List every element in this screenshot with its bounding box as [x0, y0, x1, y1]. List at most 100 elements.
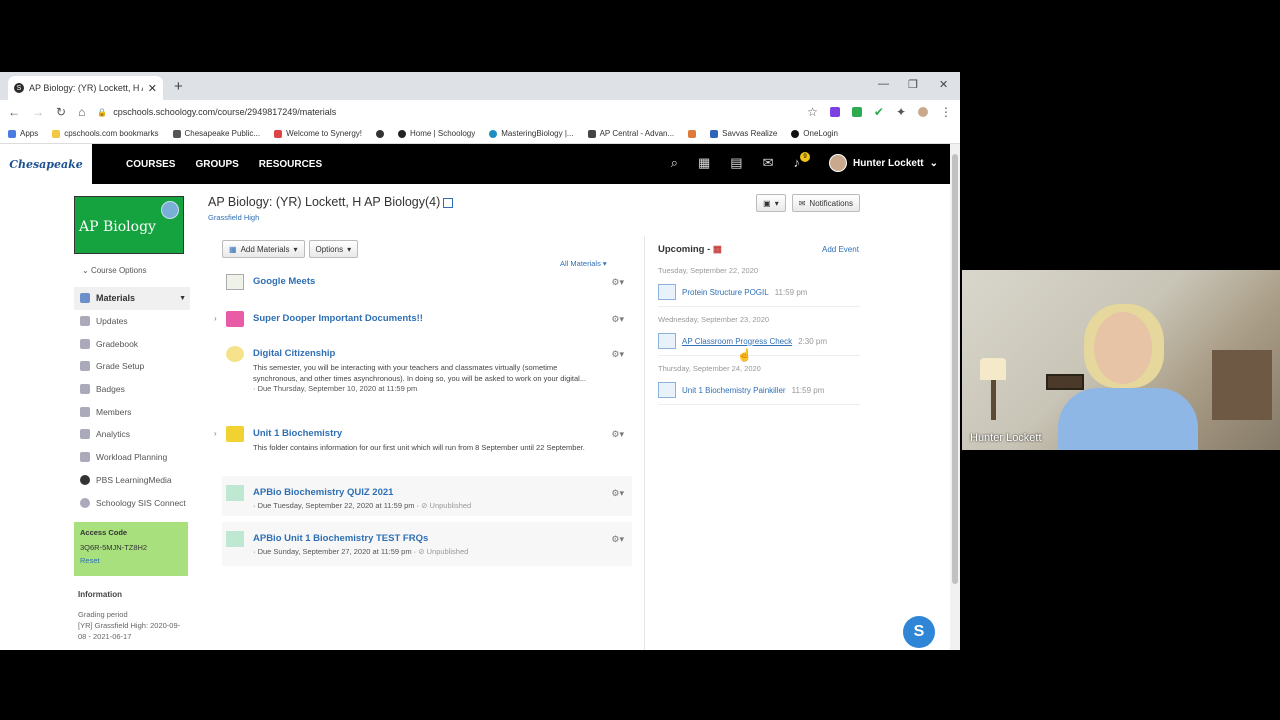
bookmark-folder[interactable]: cpschools.com bookmarks	[52, 129, 159, 138]
upcoming-title[interactable]: Unit 1 Biochemistry Painkiller	[682, 386, 786, 395]
upcoming-item[interactable]: Protein Structure POGIL 11:59 pm	[658, 284, 807, 300]
address-toolbar: ← → ↻ ⌂ 🔒 cpschools.schoology.com/course…	[0, 100, 960, 124]
puzzle-icon[interactable]: ✦	[896, 105, 906, 119]
gear-icon[interactable]: ⚙▾	[611, 488, 624, 499]
material-row[interactable]: APBio Unit 1 Biochemistry TEST FRQs · Du…	[222, 522, 632, 566]
calendar-icon[interactable]: ▦	[713, 244, 722, 255]
picture-frame	[1046, 374, 1084, 390]
minimize-icon[interactable]: —	[878, 78, 889, 90]
back-icon[interactable]: ←	[8, 105, 20, 119]
profile-avatar-icon[interactable]	[918, 107, 928, 117]
site-icon	[688, 129, 697, 138]
bookmark-mastering[interactable]: MasteringBiology |...	[489, 129, 574, 138]
upcoming-item[interactable]: Unit 1 Biochemistry Painkiller 11:59 pm	[658, 382, 824, 398]
bookmark-apcentral[interactable]: AP Central - Advan...	[587, 129, 674, 138]
expand-icon[interactable]: ›	[214, 314, 217, 323]
upcoming-title[interactable]: AP Classroom Progress Check	[682, 337, 792, 346]
help-chat-button[interactable]: S	[903, 616, 935, 648]
material-row[interactable]: Google Meets ⚙▾	[222, 274, 632, 298]
nav-courses[interactable]: COURSES	[126, 159, 175, 170]
material-title[interactable]: Google Meets	[253, 276, 315, 287]
restore-icon[interactable]: ❐	[908, 78, 918, 91]
bookmark-savvas[interactable]: Savvas Realize	[710, 129, 777, 138]
district-logo[interactable]: Chesapeake	[0, 144, 92, 184]
new-tab-icon[interactable]: +	[174, 78, 183, 95]
nav-groups[interactable]: GROUPS	[195, 159, 238, 170]
menu-pbs-learningmedia[interactable]: PBS LearningMedia	[74, 469, 190, 492]
reset-link[interactable]: Reset	[80, 556, 182, 565]
add-event-link[interactable]: Add Event	[822, 245, 859, 254]
browser-tab[interactable]: S AP Biology: (YR) Lockett, H AP Bi ✕	[8, 76, 163, 100]
layout-toggle-button[interactable]: ▣ ▾	[756, 194, 786, 212]
url-bar[interactable]: 🔒 cpschools.schoology.com/course/2949817…	[97, 103, 795, 121]
material-title[interactable]: Digital Citizenship	[253, 348, 335, 359]
bookmark-onelogin[interactable]: OneLogin	[791, 129, 838, 138]
webcam-feed: Hunter Lockett	[962, 270, 1280, 450]
expand-icon[interactable]: ›	[214, 429, 217, 438]
material-row[interactable]: APBio Biochemistry QUIZ 2021 · Due Tuesd…	[222, 476, 632, 516]
material-due-line: · Due Tuesday, September 22, 2020 at 11:…	[253, 501, 601, 512]
workload-icon	[80, 452, 90, 463]
menu-grade-setup[interactable]: Grade Setup	[74, 355, 190, 378]
bookmark-apps[interactable]: Apps	[8, 129, 38, 138]
book-icon[interactable]	[443, 197, 454, 208]
upcoming-item[interactable]: AP Classroom Progress Check 2:30 pm	[658, 333, 827, 349]
star-icon[interactable]: ☆	[807, 105, 818, 119]
status-badge: ⊘ Unpublished	[418, 547, 469, 556]
menu-sis-connect[interactable]: Schoology SIS Connect	[74, 491, 190, 514]
material-title[interactable]: Unit 1 Biochemistry	[253, 428, 342, 439]
add-materials-button[interactable]: ▦ Add Materials ▾	[222, 240, 305, 258]
material-row[interactable]: › Unit 1 Biochemistry This folder contai…	[214, 426, 632, 468]
gear-icon[interactable]: ⚙▾	[611, 314, 624, 325]
all-materials-filter[interactable]: All Materials ▾	[560, 259, 607, 268]
course-options-link[interactable]: ⌄ Course Options	[82, 266, 190, 275]
mail-icon[interactable]: ✉	[763, 155, 774, 171]
menu-updates[interactable]: Updates	[74, 310, 190, 333]
material-row[interactable]: › Super Dooper Important Documents!! ⚙▾	[214, 311, 632, 335]
menu-analytics[interactable]: Analytics	[74, 423, 190, 446]
options-button[interactable]: Options ▾	[308, 240, 359, 258]
gear-icon[interactable]: ⚙▾	[611, 349, 624, 360]
reload-icon[interactable]: ↻	[56, 105, 66, 119]
bookmark-schoology[interactable]: Home | Schoology	[398, 129, 475, 138]
close-tab-icon[interactable]: ✕	[148, 82, 157, 95]
grid-icon[interactable]: ▦	[698, 155, 710, 171]
school-link[interactable]: Grassfield High	[208, 213, 259, 222]
assignment-icon	[658, 284, 676, 300]
sheets-extension-icon[interactable]	[851, 107, 862, 117]
material-title[interactable]: Super Dooper Important Documents!!	[253, 313, 423, 324]
bookmark-synergy[interactable]: Welcome to Synergy!	[274, 129, 362, 138]
home-icon[interactable]: ⌂	[78, 105, 85, 119]
hand-cursor-icon: ☝	[737, 348, 752, 362]
nav-resources[interactable]: RESOURCES	[259, 159, 322, 170]
gear-icon[interactable]: ⚙▾	[611, 277, 624, 288]
menu-workload-planning[interactable]: Workload Planning	[74, 446, 190, 469]
material-title[interactable]: APBio Biochemistry QUIZ 2021	[253, 487, 393, 498]
upcoming-title[interactable]: Protein Structure POGIL	[682, 288, 769, 297]
user-menu[interactable]: Hunter Lockett ⌄	[829, 154, 938, 172]
menu-badges[interactable]: Badges	[74, 378, 190, 401]
check-extension-icon[interactable]: ✔	[874, 105, 884, 119]
scrollbar-thumb[interactable]	[952, 154, 958, 584]
calendar-icon[interactable]: ▤	[730, 155, 742, 171]
menu-gradebook[interactable]: Gradebook	[74, 332, 190, 355]
menu-members[interactable]: Members	[74, 400, 190, 423]
material-title[interactable]: APBio Unit 1 Biochemistry TEST FRQs	[253, 533, 428, 544]
page-scrollbar[interactable]	[950, 144, 960, 650]
gear-icon[interactable]: ⚙▾	[611, 534, 624, 545]
gear-icon[interactable]: ⚙▾	[611, 429, 624, 440]
main-nav: COURSES GROUPS RESOURCES	[126, 159, 322, 170]
analytics-icon	[80, 429, 90, 440]
menu-materials[interactable]: Materials ▼	[74, 287, 190, 310]
bookmark-chesapeake[interactable]: Chesapeake Public...	[172, 129, 260, 138]
bookmark-globe[interactable]	[376, 129, 384, 138]
search-icon[interactable]: ⌕	[671, 155, 678, 171]
bookmark-unlabeled[interactable]	[688, 129, 697, 138]
forward-icon[interactable]: →	[32, 105, 44, 119]
notifications-button[interactable]: ✉ Notifications	[791, 194, 860, 212]
close-window-icon[interactable]: ✕	[939, 78, 948, 91]
badge-icon	[80, 384, 90, 395]
material-row[interactable]: Digital Citizenship This semester, you w…	[222, 346, 632, 408]
extension-b-icon[interactable]	[829, 107, 840, 117]
menu-kebab-icon[interactable]: ⋮	[940, 105, 952, 119]
